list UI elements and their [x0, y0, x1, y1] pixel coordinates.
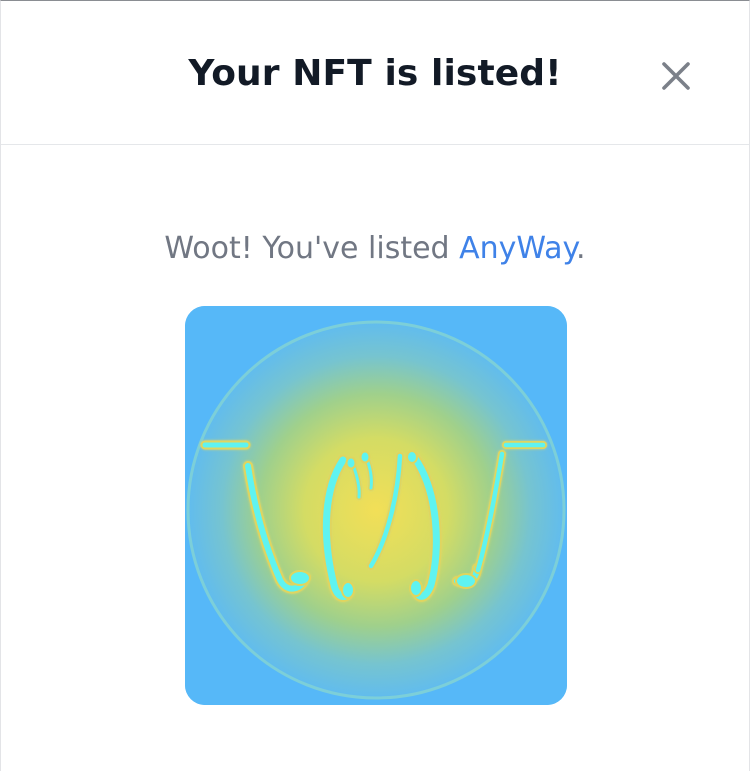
listing-message: Woot! You've listed AnyWay. — [1, 227, 749, 271]
listing-success-modal: Your NFT is listed! Woot! You've listed … — [0, 0, 750, 771]
close-button[interactable] — [653, 53, 699, 99]
asset-link[interactable]: AnyWay — [459, 231, 576, 266]
message-suffix: . — [576, 231, 586, 266]
shrug-emoticon-artwork — [185, 306, 567, 705]
close-icon[interactable] — [659, 59, 693, 93]
modal-header: Your NFT is listed! — [1, 1, 749, 145]
message-prefix: Woot! You've listed — [164, 231, 460, 266]
modal-title: Your NFT is listed! — [188, 53, 562, 94]
nft-image — [185, 306, 567, 705]
